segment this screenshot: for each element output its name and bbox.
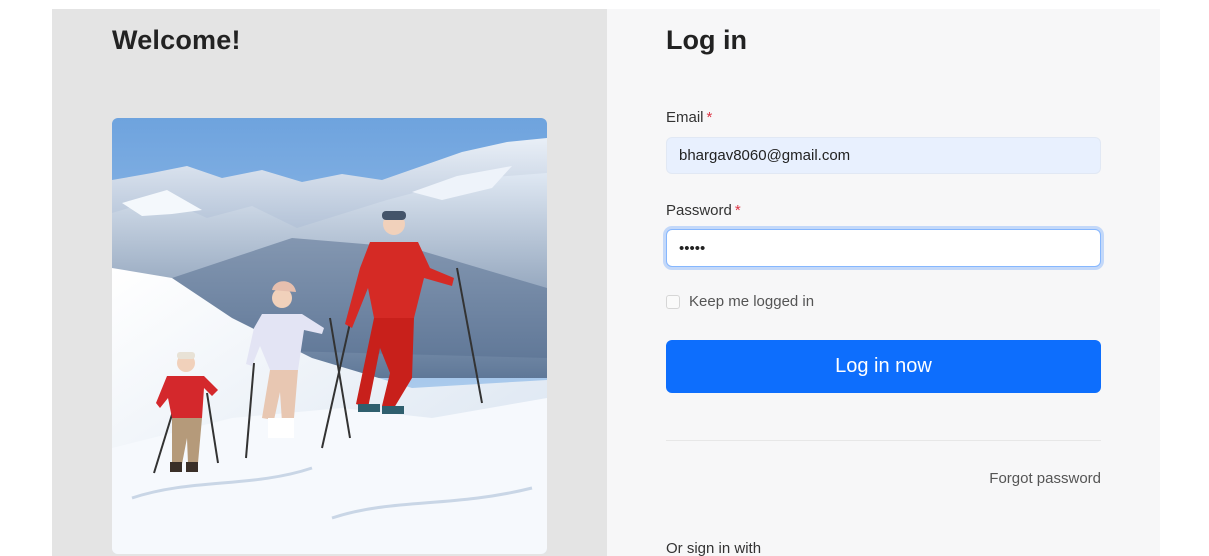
email-field[interactable] — [666, 137, 1101, 174]
or-sign-in-with-text: Or sign in with — [666, 540, 762, 556]
welcome-title: Welcome! — [112, 25, 241, 55]
email-required-mark: * — [706, 109, 713, 126]
email-label-text: Email — [666, 109, 704, 126]
login-title: Log in — [666, 25, 747, 55]
password-required-mark: * — [734, 202, 741, 219]
hero-image — [112, 118, 547, 554]
welcome-panel: Welcome! — [52, 9, 607, 556]
keep-logged-in-label[interactable]: Keep me logged in — [689, 293, 814, 310]
keep-logged-in-row[interactable]: Keep me logged in — [666, 293, 814, 310]
password-label-text: Password — [666, 202, 732, 219]
keep-logged-in-checkbox[interactable] — [666, 294, 680, 309]
login-page: Welcome! Log in Email * bhargav8060@gmai… — [0, 0, 1209, 556]
forgot-password-link[interactable]: Forgot password — [989, 470, 1101, 487]
password-field[interactable] — [666, 229, 1101, 267]
login-now-button[interactable]: Log in now — [666, 340, 1101, 393]
divider — [666, 440, 1101, 441]
password-label: Password * — [666, 202, 741, 219]
login-panel: Log in Email* Password* Keep me logged i… — [607, 9, 1160, 556]
email-label: Email * — [666, 109, 712, 126]
